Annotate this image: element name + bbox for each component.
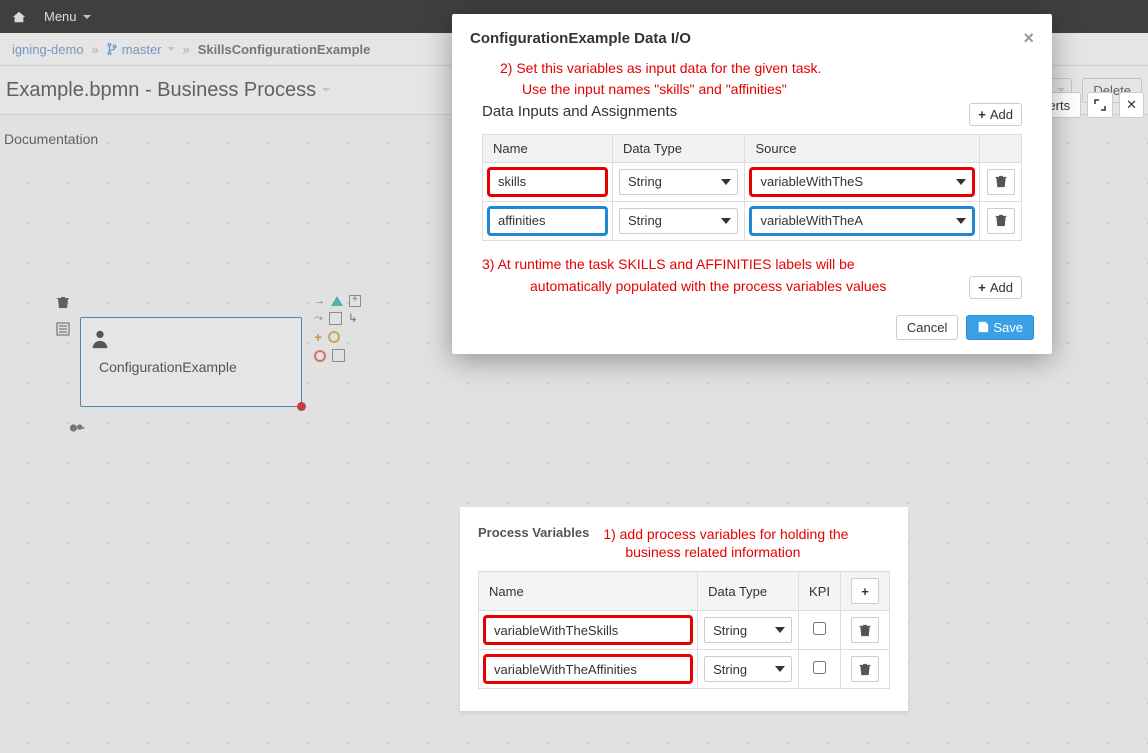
annotation-step1-line2: business related information — [603, 543, 848, 561]
pv-row: variableWithTheAffinities String — [479, 650, 890, 689]
col-source: Source — [745, 134, 980, 162]
input-name-field[interactable]: skills — [489, 169, 606, 195]
col-actions: + — [841, 572, 890, 611]
chevron-down-icon — [775, 627, 785, 633]
chevron-down-icon — [721, 179, 731, 185]
kpi-checkbox[interactable] — [813, 661, 826, 674]
process-variables-panel: Process Variables 1) add process variabl… — [460, 507, 908, 711]
input-row: affinities String variableWithTheA — [483, 201, 1022, 240]
col-actions — [980, 134, 1022, 162]
add-variable-button[interactable]: + — [851, 578, 879, 604]
input-row: skills String variableWithTheS — [483, 162, 1022, 201]
chevron-down-icon — [956, 179, 966, 185]
input-name-field[interactable]: affinities — [489, 208, 606, 234]
input-type-select[interactable]: String — [619, 169, 739, 195]
add-output-button[interactable]: +Add — [969, 276, 1022, 299]
delete-variable-button[interactable] — [851, 656, 879, 682]
pv-type-select[interactable]: String — [704, 617, 792, 643]
fullscreen-button[interactable] — [1087, 92, 1113, 118]
col-name: Name — [479, 572, 698, 611]
save-button[interactable]: Save — [966, 315, 1034, 340]
chevron-down-icon — [775, 666, 785, 672]
close-icon[interactable]: × — [1023, 28, 1034, 49]
input-source-select[interactable]: variableWithTheA — [751, 208, 973, 234]
col-name: Name — [483, 134, 613, 162]
pv-table: Name Data Type KPI + variableWithTheSkil… — [478, 571, 890, 689]
col-kpi: KPI — [799, 572, 841, 611]
input-type-select[interactable]: String — [619, 208, 739, 234]
annotation-step1-line1: 1) add process variables for holding the — [603, 525, 848, 543]
cancel-button[interactable]: Cancel — [896, 315, 958, 340]
annotation-step2-line2: Use the input names "skills" and "affini… — [452, 80, 1052, 101]
delete-row-button[interactable] — [987, 169, 1015, 195]
col-datatype: Data Type — [698, 572, 799, 611]
save-icon — [977, 321, 989, 333]
chevron-down-icon — [721, 218, 731, 224]
plus-icon: + — [978, 280, 986, 295]
chevron-down-icon — [956, 218, 966, 224]
add-input-button[interactable]: +Add — [969, 103, 1022, 126]
data-io-modal: ConfigurationExample Data I/O × 2) Set t… — [452, 14, 1052, 354]
col-datatype: Data Type — [612, 134, 745, 162]
delete-variable-button[interactable] — [851, 617, 879, 643]
pv-name-field[interactable]: variableWithTheAffinities — [485, 656, 691, 682]
delete-row-button[interactable] — [987, 208, 1015, 234]
modal-title: ConfigurationExample Data I/O — [470, 30, 691, 47]
plus-icon: + — [978, 107, 986, 122]
inputs-table: Name Data Type Source skills String vari… — [482, 134, 1022, 241]
kpi-checkbox[interactable] — [813, 622, 826, 635]
pv-section-title: Process Variables — [478, 525, 589, 540]
pv-name-field[interactable]: variableWithTheSkills — [485, 617, 691, 643]
inputs-section-title: Data Inputs and Assignments — [482, 101, 695, 128]
annotation-step2-line1: 2) Set this variables as input data for … — [452, 59, 1052, 80]
pv-row: variableWithTheSkills String — [479, 611, 890, 650]
annotation-step3-line2: automatically populated with the process… — [482, 277, 920, 298]
pv-type-select[interactable]: String — [704, 656, 792, 682]
close-editor-button[interactable]: ✕ — [1119, 92, 1144, 118]
annotation-step3-line1: 3) At runtime the task SKILLS and AFFINI… — [452, 255, 1052, 276]
input-source-select[interactable]: variableWithTheS — [751, 169, 973, 195]
